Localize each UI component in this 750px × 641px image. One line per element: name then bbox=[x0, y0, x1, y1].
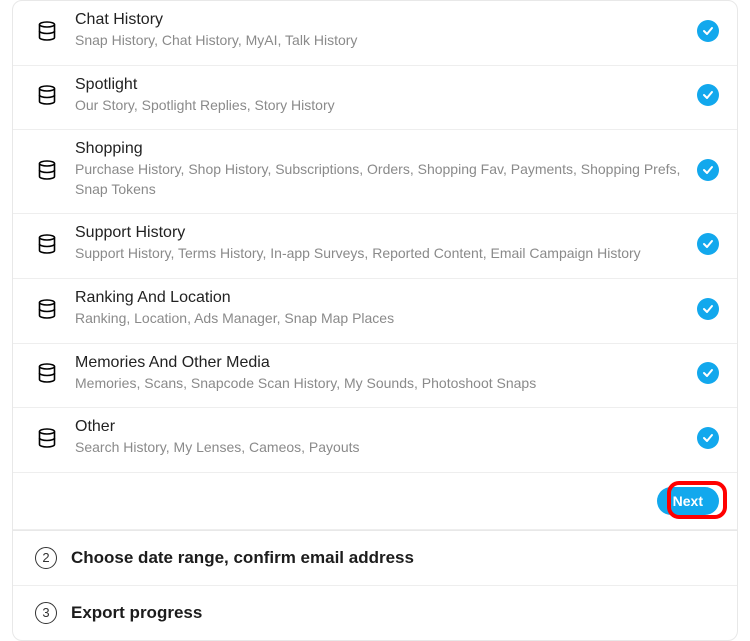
checkmark-icon[interactable] bbox=[697, 427, 719, 449]
database-icon bbox=[35, 21, 59, 41]
list-item[interactable]: Chat History Snap History, Chat History,… bbox=[13, 1, 737, 66]
checkmark-icon[interactable] bbox=[697, 233, 719, 255]
item-subtitle: Support History, Terms History, In-app S… bbox=[75, 244, 685, 264]
item-body: Ranking And Location Ranking, Location, … bbox=[59, 289, 697, 329]
item-subtitle: Ranking, Location, Ads Manager, Snap Map… bbox=[75, 309, 685, 329]
checkmark-icon[interactable] bbox=[697, 298, 719, 320]
category-list: Chat History Snap History, Chat History,… bbox=[13, 1, 737, 531]
item-title: Chat History bbox=[75, 11, 685, 29]
item-body: Spotlight Our Story, Spotlight Replies, … bbox=[59, 76, 697, 116]
item-title: Other bbox=[75, 418, 685, 436]
database-icon bbox=[35, 363, 59, 383]
next-button[interactable]: Next bbox=[657, 487, 719, 515]
item-title: Ranking And Location bbox=[75, 289, 685, 307]
step-label: Choose date range, confirm email address bbox=[57, 548, 414, 568]
item-title: Shopping bbox=[75, 140, 685, 158]
item-subtitle: Snap History, Chat History, MyAI, Talk H… bbox=[75, 31, 685, 51]
step-number-icon: 3 bbox=[35, 602, 57, 624]
list-item[interactable]: Other Search History, My Lenses, Cameos,… bbox=[13, 408, 737, 473]
item-subtitle: Our Story, Spotlight Replies, Story Hist… bbox=[75, 96, 685, 116]
step-label: Export progress bbox=[57, 603, 202, 623]
step-row[interactable]: 3 Export progress bbox=[13, 586, 737, 640]
data-export-panel: Chat History Snap History, Chat History,… bbox=[12, 0, 738, 641]
step-number-icon: 2 bbox=[35, 547, 57, 569]
list-item[interactable]: Support History Support History, Terms H… bbox=[13, 214, 737, 279]
database-icon bbox=[35, 85, 59, 105]
database-icon bbox=[35, 234, 59, 254]
step-row[interactable]: 2 Choose date range, confirm email addre… bbox=[13, 531, 737, 586]
database-icon bbox=[35, 160, 59, 180]
list-item[interactable]: Ranking And Location Ranking, Location, … bbox=[13, 279, 737, 344]
checkmark-icon[interactable] bbox=[697, 84, 719, 106]
item-body: Shopping Purchase History, Shop History,… bbox=[59, 140, 697, 199]
item-body: Support History Support History, Terms H… bbox=[59, 224, 697, 264]
item-subtitle: Memories, Scans, Snapcode Scan History, … bbox=[75, 374, 685, 394]
item-subtitle: Purchase History, Shop History, Subscrip… bbox=[75, 160, 685, 199]
item-body: Other Search History, My Lenses, Cameos,… bbox=[59, 418, 697, 458]
list-item[interactable]: Shopping Purchase History, Shop History,… bbox=[13, 130, 737, 214]
item-subtitle: Search History, My Lenses, Cameos, Payou… bbox=[75, 438, 685, 458]
item-title: Memories And Other Media bbox=[75, 354, 685, 372]
checkmark-icon[interactable] bbox=[697, 362, 719, 384]
item-title: Support History bbox=[75, 224, 685, 242]
database-icon bbox=[35, 428, 59, 448]
action-footer: Next bbox=[13, 473, 737, 530]
list-item[interactable]: Spotlight Our Story, Spotlight Replies, … bbox=[13, 66, 737, 131]
checkmark-icon[interactable] bbox=[697, 159, 719, 181]
checkmark-icon[interactable] bbox=[697, 20, 719, 42]
item-body: Chat History Snap History, Chat History,… bbox=[59, 11, 697, 51]
item-body: Memories And Other Media Memories, Scans… bbox=[59, 354, 697, 394]
database-icon bbox=[35, 299, 59, 319]
list-item[interactable]: Memories And Other Media Memories, Scans… bbox=[13, 344, 737, 409]
item-title: Spotlight bbox=[75, 76, 685, 94]
